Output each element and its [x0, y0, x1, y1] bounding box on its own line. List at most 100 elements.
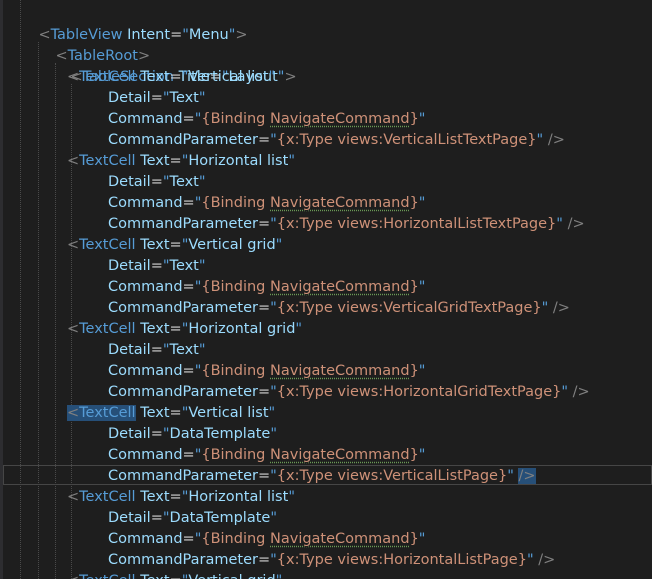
quote: ": [198, 342, 206, 358]
code-line[interactable]: Detail="Text": [108, 256, 206, 277]
type-name: VerticalListTextPage: [383, 132, 528, 148]
equals: =: [169, 69, 182, 85]
code-line[interactable]: Command="{Binding NavigateCommand}": [108, 109, 425, 130]
equals: =: [150, 342, 163, 358]
type-name: HorizontalListTextPage: [383, 216, 548, 232]
code-line[interactable]: <TextCell Text="Horizontal grid": [67, 319, 302, 340]
code-line[interactable]: <TextCell Text="Vertical list": [67, 403, 275, 424]
quote: ": [288, 153, 295, 169]
equals: =: [257, 300, 271, 316]
markup-extension: {Binding: [201, 363, 270, 379]
code-line[interactable]: CommandParameter="{x:Type views:Horizont…: [108, 550, 555, 571]
code-line[interactable]: CommandParameter="{x:Type views:Vertical…: [108, 298, 570, 319]
text-cell-open-tag: <TextCell: [67, 153, 136, 169]
code-line[interactable]: <TableRoot>: [37, 25, 150, 64]
equals: =: [169, 489, 182, 505]
attribute-name: Command: [108, 363, 183, 379]
binding-path: NavigateCommand: [270, 363, 410, 379]
indent-guide: [20, 0, 21, 579]
attribute-name: Command: [108, 531, 183, 547]
quote: ": [418, 363, 426, 379]
attribute-name: Detail: [108, 174, 151, 190]
code-line[interactable]: Command="{Binding NavigateCommand}": [108, 277, 425, 298]
code-line[interactable]: Detail="DataTemplate": [108, 424, 277, 445]
quote: ": [270, 468, 277, 484]
self-close-bracket: />: [572, 384, 590, 400]
code-line[interactable]: Command="{Binding NavigateCommand}": [108, 361, 425, 382]
code-line[interactable]: <TableSection Title="Layout">: [52, 46, 296, 85]
attribute-name: Text: [140, 153, 170, 169]
quote: ": [270, 216, 277, 232]
text-cell-open-tag: <TextCell: [67, 573, 136, 579]
binding-path: NavigateCommand: [270, 447, 410, 463]
attribute-name: Text: [140, 573, 169, 579]
markup-extension: {x:Type views:: [276, 216, 384, 232]
code-line[interactable]: Detail="Text": [108, 88, 206, 109]
code-line[interactable]: CommandParameter="{x:Type views:Vertical…: [108, 130, 565, 151]
markup-extension: }: [547, 216, 557, 232]
code-line[interactable]: Command="{Binding NavigateCommand}": [108, 529, 425, 550]
equals: =: [182, 531, 195, 547]
markup-extension: }: [517, 552, 527, 568]
markup-extension: {Binding: [201, 111, 270, 127]
markup-extension: }: [409, 111, 419, 127]
quote: ": [556, 216, 563, 232]
tag-bracket: <: [67, 573, 79, 579]
code-line[interactable]: Detail="Text": [108, 172, 206, 193]
markup-extension: {Binding: [201, 531, 270, 547]
tag-bracket: <: [67, 153, 80, 169]
code-line[interactable]: <TextCell Text="Horizontal list": [67, 487, 295, 508]
attribute-value: Horizontal grid: [188, 321, 296, 337]
code-line[interactable]: <TextCell Text="Vertical list": [67, 67, 275, 88]
attribute-value: Horizontal list: [188, 153, 289, 169]
quote: ": [288, 489, 295, 505]
code-line[interactable]: Detail="DataTemplate": [108, 508, 277, 529]
equals: =: [170, 573, 182, 579]
attribute-value: Text: [169, 90, 199, 106]
tag-bracket: <: [67, 321, 80, 337]
tag-bracket: <: [67, 489, 80, 505]
indent-guide: [38, 42, 39, 579]
code-line[interactable]: CommandParameter="{x:Type views:Vertical…: [108, 466, 536, 487]
markup-extension: {Binding: [201, 195, 270, 211]
binding-path: NavigateCommand: [270, 279, 410, 295]
quote: ": [270, 510, 278, 526]
markup-extension: }: [497, 468, 508, 484]
attribute-name: Command: [108, 111, 183, 127]
editor-gutter: [0, 0, 3, 579]
tag-name: TextCell: [79, 405, 136, 421]
code-line[interactable]: <TableView Intent="Menu">: [20, 4, 247, 43]
quote: ": [162, 342, 170, 358]
code-editor[interactable]: <TableView Intent="Menu"> <TableRoot> <T…: [0, 0, 652, 579]
quote: ": [198, 90, 206, 106]
text-cell-open-tag: <TextCell: [67, 489, 136, 505]
attribute-value: DataTemplate: [169, 426, 271, 442]
binding-path: NavigateCommand: [270, 111, 410, 127]
equals: =: [182, 195, 195, 211]
attribute-value: DataTemplate: [169, 510, 271, 526]
code-line[interactable]: Command="{Binding NavigateCommand}": [108, 193, 425, 214]
quote: ": [275, 237, 283, 253]
code-line[interactable]: Detail="Text": [108, 340, 206, 361]
code-line[interactable]: <TextCell Text="Vertical grid": [67, 571, 282, 579]
tag-name: TextCell: [79, 489, 136, 505]
code-line[interactable]: CommandParameter="{x:Type views:Horizont…: [108, 382, 590, 403]
equals: =: [169, 405, 182, 421]
quote: ": [276, 573, 283, 579]
code-line[interactable]: Command="{Binding NavigateCommand}": [108, 445, 425, 466]
quote: ": [418, 531, 426, 547]
code-line[interactable]: <TextCell Text="Vertical grid": [67, 235, 282, 256]
quote: ": [418, 111, 426, 127]
equals: =: [257, 216, 271, 232]
attribute-name: CommandParameter: [108, 300, 258, 316]
code-line[interactable]: CommandParameter="{x:Type views:Horizont…: [108, 214, 585, 235]
attribute-value: Vertical list: [188, 69, 269, 85]
equals: =: [150, 510, 163, 526]
type-name: HorizontalGridTextPage: [383, 384, 553, 400]
quote: ": [162, 510, 170, 526]
equals: =: [182, 447, 195, 463]
equals: =: [182, 111, 195, 127]
code-line[interactable]: <TextCell Text="Horizontal list": [67, 151, 295, 172]
equals: =: [169, 153, 182, 169]
markup-extension: {x:Type views:: [276, 300, 384, 316]
